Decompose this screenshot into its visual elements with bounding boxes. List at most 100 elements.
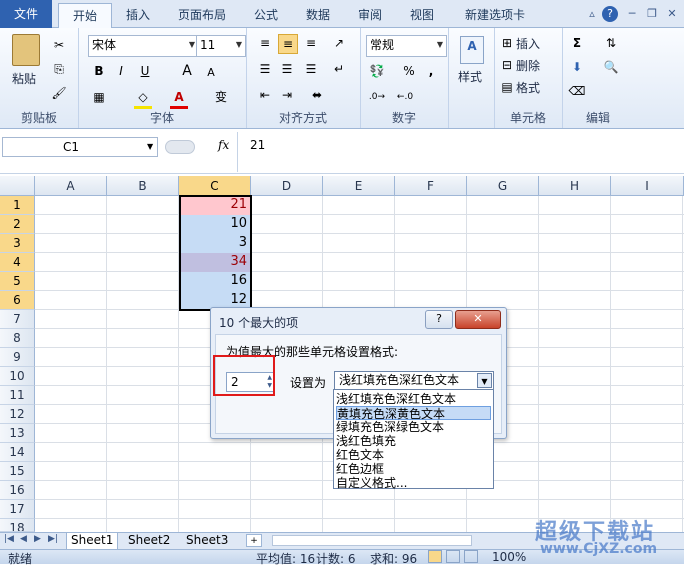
tab-review[interactable]: 审阅	[350, 3, 390, 27]
row-header-9[interactable]: 9	[0, 348, 35, 367]
currency-icon[interactable]: 💱	[368, 62, 386, 80]
paste-icon[interactable]	[12, 34, 40, 66]
window-minimize-icon[interactable]: ─	[624, 6, 640, 22]
sheet-tab-3[interactable]: Sheet3	[182, 533, 232, 549]
row-header-18[interactable]: 18	[0, 519, 35, 532]
tab-home[interactable]: 开始	[58, 3, 112, 30]
format-cells-icon[interactable]: ▤	[498, 78, 516, 96]
comma-button[interactable]: ,	[422, 62, 440, 80]
row-header-17[interactable]: 17	[0, 500, 35, 519]
page-break-view-icon[interactable]	[464, 550, 478, 563]
align-right-icon[interactable]: ☰	[302, 60, 320, 78]
phonetic-button[interactable]: 变	[212, 88, 230, 106]
increase-decimal-icon[interactable]: .0→	[368, 88, 386, 106]
row-header-3[interactable]: 3	[0, 234, 35, 253]
new-sheet-icon[interactable]: +	[246, 534, 262, 547]
merge-center-icon[interactable]: ⬌	[308, 86, 326, 104]
option-red-text[interactable]: 红色文本	[336, 448, 491, 462]
font-color-button[interactable]: A	[170, 88, 188, 109]
increase-indent-icon[interactable]: ⇥	[278, 86, 296, 104]
row-header-10[interactable]: 10	[0, 367, 35, 386]
column-header-c[interactable]: C	[179, 176, 251, 196]
normal-view-icon[interactable]	[428, 550, 442, 563]
decrease-indent-icon[interactable]: ⇤	[256, 86, 274, 104]
font-name-box[interactable]: 宋体 ▼	[88, 35, 199, 57]
row-header-2[interactable]: 2	[0, 215, 35, 234]
italic-button[interactable]: I	[112, 62, 130, 80]
align-left-icon[interactable]: ☰	[256, 60, 274, 78]
tab-page-layout[interactable]: 页面布局	[170, 3, 234, 27]
column-header-e[interactable]: E	[323, 176, 395, 196]
cut-icon[interactable]: ✂	[50, 36, 68, 54]
column-header-a[interactable]: A	[35, 176, 107, 196]
first-sheet-icon[interactable]: |◀	[4, 534, 14, 544]
percent-button[interactable]: %	[400, 62, 418, 80]
option-light-red-fill-only[interactable]: 浅红色填充	[336, 434, 491, 448]
styles-button[interactable]: 样式	[458, 68, 482, 85]
copy-icon[interactable]: ⎘	[50, 60, 68, 78]
row-header-1[interactable]: 1	[0, 196, 35, 215]
tab-formulas[interactable]: 公式	[246, 3, 286, 27]
align-top-icon[interactable]: ≡	[256, 34, 274, 52]
row-header-12[interactable]: 12	[0, 405, 35, 424]
decrease-decimal-icon[interactable]: ←.0	[396, 88, 414, 106]
align-bottom-icon[interactable]: ≡	[302, 34, 320, 52]
fill-icon[interactable]: ⬇	[568, 58, 586, 76]
clear-icon[interactable]: ⌫	[568, 82, 586, 100]
row-header-15[interactable]: 15	[0, 462, 35, 481]
format-select[interactable]: 浅红填充色深红色文本 ▼	[334, 371, 494, 390]
horizontal-scrollbar[interactable]	[272, 535, 472, 546]
delete-cells-button[interactable]: 删除	[516, 57, 540, 74]
dialog-help-button[interactable]: ?	[425, 310, 453, 329]
underline-button[interactable]: U	[136, 62, 154, 80]
find-select-icon[interactable]: 🔍	[602, 58, 620, 76]
column-header-b[interactable]: B	[107, 176, 179, 196]
tab-insert[interactable]: 插入	[118, 3, 158, 27]
option-custom-format[interactable]: 自定义格式...	[336, 476, 491, 490]
column-header-f[interactable]: F	[395, 176, 467, 196]
tab-new[interactable]: 新建选项卡	[455, 3, 535, 27]
column-header-i[interactable]: I	[611, 176, 684, 196]
option-yellow-fill[interactable]: 黄填充色深黄色文本	[336, 406, 491, 421]
column-header-h[interactable]: H	[539, 176, 611, 196]
prev-sheet-icon[interactable]: ◀	[20, 534, 27, 544]
insert-cells-button[interactable]: 插入	[516, 35, 540, 52]
styles-icon[interactable]: A	[460, 36, 484, 64]
borders-icon[interactable]: ▦	[90, 88, 108, 106]
window-restore-icon[interactable]: ❐	[644, 6, 660, 22]
option-green-fill[interactable]: 绿填充色深绿色文本	[336, 420, 491, 434]
last-sheet-icon[interactable]: ▶|	[48, 534, 58, 544]
sheet-tab-2[interactable]: Sheet2	[124, 533, 174, 549]
row-header-11[interactable]: 11	[0, 386, 35, 405]
format-painter-icon[interactable]: 🖌	[50, 84, 68, 102]
minimize-ribbon-icon[interactable]: ▵	[584, 6, 600, 22]
page-layout-view-icon[interactable]	[446, 550, 460, 563]
align-center-icon[interactable]: ☰	[278, 60, 296, 78]
row-header-7[interactable]: 7	[0, 310, 35, 329]
orientation-icon[interactable]: ↗	[330, 34, 348, 52]
next-sheet-icon[interactable]: ▶	[34, 534, 41, 544]
row-header-16[interactable]: 16	[0, 481, 35, 500]
sheet-tab-1[interactable]: Sheet1	[66, 533, 119, 550]
formula-input[interactable]: 21	[250, 138, 265, 152]
column-header-d[interactable]: D	[251, 176, 323, 196]
align-middle-icon[interactable]: ≡	[278, 34, 298, 54]
option-red-border[interactable]: 红色边框	[336, 462, 491, 476]
paste-button[interactable]: 粘贴	[12, 70, 36, 87]
chevron-down-icon[interactable]: ▼	[477, 373, 492, 388]
formula-expand-icon[interactable]	[165, 140, 195, 154]
name-box[interactable]: C1 ▼	[2, 137, 158, 157]
column-header-g[interactable]: G	[467, 176, 539, 196]
help-icon[interactable]: ?	[602, 6, 618, 22]
delete-cells-icon[interactable]: ⊟	[498, 56, 516, 74]
row-header-4[interactable]: 4	[0, 253, 35, 272]
tab-data[interactable]: 数据	[298, 3, 338, 27]
fill-color-icon[interactable]: ◇	[134, 88, 152, 109]
tab-view[interactable]: 视图	[402, 3, 442, 27]
number-format-box[interactable]: 常规 ▼	[366, 35, 447, 57]
tab-file[interactable]: 文件	[0, 0, 52, 28]
bold-button[interactable]: B	[90, 62, 108, 80]
format-options-list[interactable]: 浅红填充色深红色文本 黄填充色深黄色文本 绿填充色深绿色文本 浅红色填充 红色文…	[333, 389, 494, 490]
insert-function-button[interactable]: fx	[218, 138, 229, 152]
window-close-icon[interactable]: ✕	[664, 6, 680, 22]
